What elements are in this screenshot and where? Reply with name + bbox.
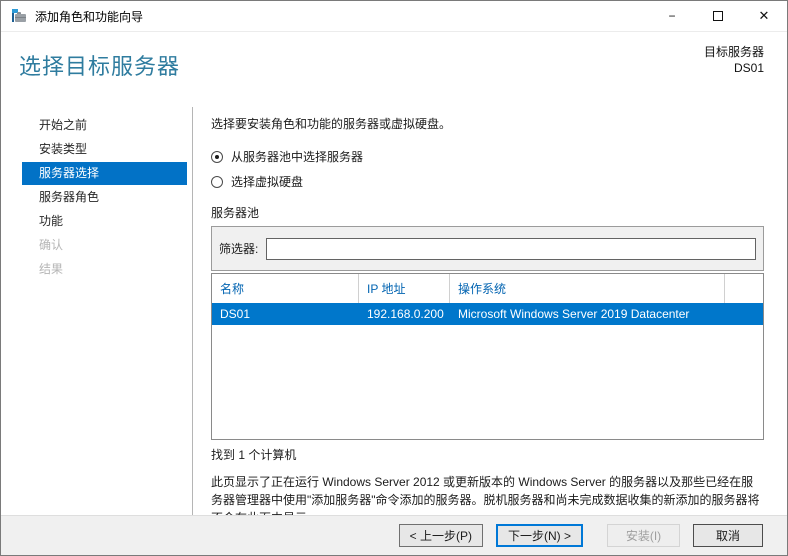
cell-server-os: Microsoft Windows Server 2019 Datacenter: [458, 307, 690, 321]
minimize-icon[interactable]: −: [649, 1, 695, 31]
caption-buttons: − ✕: [649, 1, 787, 31]
sidebar-item-confirmation: 确认: [39, 238, 64, 252]
target-server-label: 目标服务器: [703, 45, 764, 59]
computers-found-text: 找到 1 个计算机: [211, 448, 297, 462]
page-title: 选择目标服务器: [19, 54, 181, 79]
title-bar: 添加角色和功能向导 − ✕: [1, 1, 787, 32]
radio-label: 从服务器池中选择服务器: [231, 150, 364, 164]
sidebar-item-features[interactable]: 功能: [22, 210, 187, 233]
radio-unselected-icon[interactable]: [211, 175, 223, 188]
next-button[interactable]: 下一步(N) >: [495, 524, 583, 547]
target-server-value: DS01: [733, 61, 764, 75]
instruction-text: 选择要安装角色和功能的服务器或虚拟硬盘。: [211, 117, 452, 131]
filter-input[interactable]: [266, 237, 756, 260]
previous-button[interactable]: < 上一步(P): [398, 524, 483, 547]
maximize-icon[interactable]: [695, 1, 741, 31]
sidebar-item-server-roles[interactable]: 服务器角色: [22, 186, 187, 209]
table-row[interactable]: DS01 192.168.0.200 Microsoft Windows Ser…: [212, 303, 763, 325]
wizard-footer: < 上一步(P) 下一步(N) > 安装(I) 取消: [1, 515, 787, 555]
main-content: 选择要安装角色和功能的服务器或虚拟硬盘。 从服务器池中选择服务器 选择虚拟硬盘 …: [193, 107, 787, 525]
column-header-name[interactable]: 名称: [212, 274, 359, 303]
table-header-row: 名称 IP 地址 操作系统: [212, 274, 763, 303]
sidebar-item-results: 结果: [39, 262, 64, 276]
cancel-button[interactable]: 取消: [693, 524, 763, 547]
radio-selected-icon[interactable]: [211, 150, 223, 163]
radio-select-from-pool[interactable]: 从服务器池中选择服务器: [211, 148, 764, 165]
server-manager-icon: [12, 9, 26, 22]
server-pool-label: 服务器池: [211, 206, 260, 220]
window-title: 添加角色和功能向导: [35, 9, 144, 24]
cell-server-ip: 192.168.0.200: [367, 307, 444, 321]
wizard-steps-sidebar: 开始之前 安装类型 服务器选择 服务器角色 功能 确认 结果: [1, 107, 193, 515]
close-icon[interactable]: ✕: [741, 1, 787, 31]
cell-server-name: DS01: [220, 307, 251, 321]
radio-label: 选择虚拟硬盘: [231, 175, 304, 189]
sidebar-item-before-you-begin[interactable]: 开始之前: [22, 114, 187, 137]
wizard-window: 添加角色和功能向导 − ✕ 选择目标服务器 目标服务器 DS01 开始之前 安装…: [0, 0, 788, 556]
server-pool-table: 名称 IP 地址 操作系统 DS01 192.168.0.200 Microso…: [211, 273, 764, 440]
install-button: 安装(I): [607, 524, 680, 547]
sidebar-item-installation-type[interactable]: 安装类型: [22, 138, 187, 161]
radio-select-vhd[interactable]: 选择虚拟硬盘: [211, 173, 764, 190]
page-header: 选择目标服务器 目标服务器 DS01: [1, 33, 787, 107]
column-header-os[interactable]: 操作系统: [450, 274, 725, 303]
column-header-ip[interactable]: IP 地址: [359, 274, 450, 303]
column-header-filler: [725, 274, 763, 303]
target-server-info: 目标服务器 DS01: [704, 44, 764, 76]
sidebar-item-server-selection[interactable]: 服务器选择: [22, 162, 187, 185]
filter-panel: 筛选器:: [211, 226, 764, 271]
filter-label: 筛选器:: [219, 242, 259, 256]
